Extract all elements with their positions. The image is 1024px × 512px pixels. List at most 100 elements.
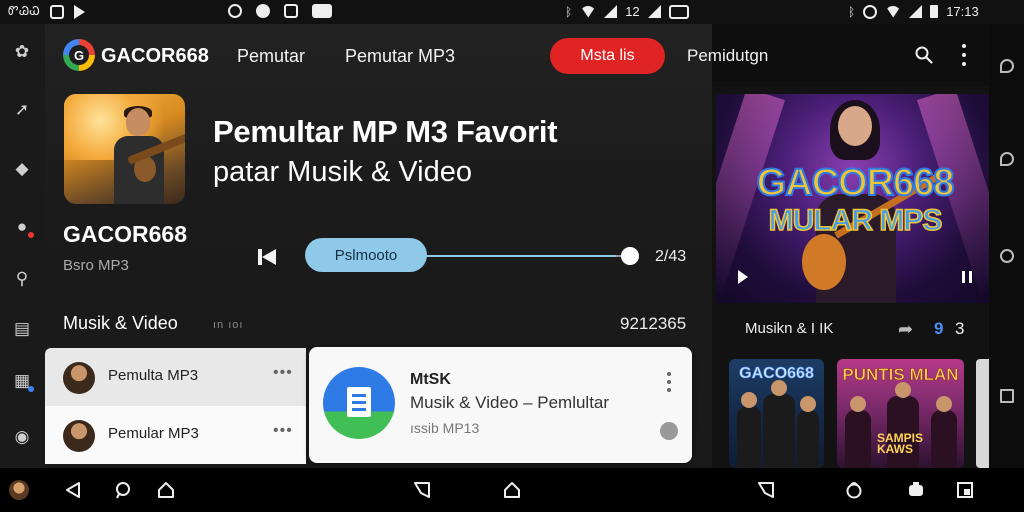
status-mid-icons [228,4,332,18]
bluetooth-icon: ᛒ [565,4,573,19]
status-right-cluster: ᛒ 12 [565,4,689,19]
main-content: G GACOR668 Pemutar Pemutar MP3 Msta lis … [45,24,966,468]
list-item-more-icon[interactable]: ••• [273,364,293,382]
primary-pill-button[interactable]: Msta lis [550,38,665,74]
status-right: ᛒ 17:13 [848,4,979,19]
alarm-icon [228,4,242,18]
navigation-bar [0,468,1024,512]
section-count: 9212365 [620,314,687,333]
bluetooth-icon-2: ᛒ [848,4,856,19]
card-subtitle: ıssib MP13 [410,420,480,436]
status-bar: ᏛᏊᏇ ᛒ 12 ᛒ 17:13 [0,0,1024,24]
video-thumbnail[interactable]: GACO668 [729,359,824,468]
document-icon[interactable]: ▤ [12,319,32,339]
like-count: 9 [934,319,944,338]
list-item-more-icon[interactable]: ••• [273,422,293,440]
artist-name[interactable]: GACOR668 [63,221,187,248]
list-item-label: Pemular MP3 [108,425,199,442]
status-left: ᏛᏊᏇ [8,4,86,19]
gamepad-icon[interactable] [907,481,925,499]
skip-back-icon[interactable] [256,246,278,268]
bag-icon[interactable] [845,481,863,499]
nav-link-right[interactable]: Pemidutgn [687,46,768,66]
side-rail: ✿ ➚ ◆ ● ⚲ ▤ ▦ ◉ [0,24,45,468]
wifi-icon [580,5,597,18]
list-item[interactable]: Pemular MP3 ••• [45,406,306,464]
app-icon [323,367,395,439]
nav-link-pemutar-mp3[interactable]: Pemutar MP3 [345,46,455,67]
status-mid-time: 12 [625,4,640,19]
track-subtitle: patar Musik & Video [213,156,472,188]
top-header: G GACOR668 Pemutar Pemutar MP3 Msta lis … [45,24,990,86]
grid-icon[interactable]: ▦ [12,371,34,392]
thumbnail-subtitle: SAMPIS KAWS [877,431,924,456]
signal-icon-2 [647,5,661,18]
rotate-icon[interactable] [1000,59,1014,73]
slider-label-pill[interactable]: Pslmooto [305,238,427,272]
progress-thumb[interactable] [621,247,639,265]
featured-banner[interactable]: GACOR668 MULAR MPS [716,94,989,303]
record-icon [256,4,270,18]
tag-icon[interactable]: ◆ [12,159,32,179]
sync-icon [863,4,878,19]
video-thumbnail[interactable]: PUNTIS MLAN SAMPIS KAWS [837,359,964,468]
avatar[interactable] [9,480,29,500]
cloud-icon[interactable]: ● [12,217,34,238]
status-time: 17:13 [946,4,979,19]
banner-subtitle: MULAR MPS [768,203,943,238]
app-card[interactable]: MtSK Musik & Video – Pemlultar ıssib MP1… [309,347,692,463]
home-nav-icon[interactable] [157,481,175,499]
status-left-text: ᏛᏊᏇ [8,4,41,18]
card-action-icon[interactable] [660,422,678,440]
comment-count: 3 [955,319,965,338]
assistant-icon[interactable] [114,481,132,499]
track-list: Pemulta MP3 ••• Pemular MP3 ••• [45,348,306,468]
card-description: Musik & Video – Pemlultar [410,393,610,412]
banner-prev-icon[interactable] [738,270,748,284]
refresh-icon[interactable] [1000,152,1014,166]
recents-icon[interactable] [1000,389,1014,403]
play-store-icon [74,4,86,19]
avatar [63,362,95,394]
banner-pause-icon[interactable] [962,271,972,283]
edge-panel [989,24,1024,468]
list-item[interactable]: Pemulta MP3 ••• [45,348,306,406]
more-options-icon[interactable] [961,44,967,66]
share-nav-icon[interactable] [413,481,431,499]
battery-icon [930,5,939,18]
right-panel: GACOR668 MULAR MPS Musikn & I IK ➦ 9 3 G… [712,86,989,468]
card-more-icon[interactable] [666,372,672,392]
track-title: Pemultar MP M3 Favorit [213,114,558,149]
share-icon[interactable]: ➦ [898,319,913,340]
message-icon [312,4,332,18]
search-icon[interactable] [915,46,933,64]
list-item-label: Pemulta MP3 [108,367,199,384]
bookmark-icon[interactable] [757,481,775,499]
back-icon[interactable] [64,481,82,499]
signal-icon-3 [909,5,923,18]
screenshot-icon[interactable] [956,481,974,499]
calendar-icon [284,4,298,18]
logo-icon[interactable]: G [63,39,95,71]
video-thumbnail-partial[interactable] [976,359,989,468]
banner-title: GACOR668 [756,161,956,205]
pin-icon[interactable]: ➚ [12,100,32,120]
section-subtext: ın ıoı [213,319,244,331]
section-title: Musik & Video [63,313,178,333]
album-cover[interactable] [64,94,185,204]
progress-fill [415,255,616,257]
avatar [63,420,95,452]
home-icon[interactable]: ✿ [12,42,32,62]
home-circle-icon[interactable] [1000,249,1014,263]
card-title: MtSK [410,371,451,388]
nav-link-pemutar[interactable]: Pemutar [237,46,305,67]
brand-name[interactable]: GACOR668 [101,45,209,68]
home-center-icon[interactable] [503,481,521,499]
track-time: 2/43 [655,248,687,265]
search-rail-icon[interactable]: ⚲ [12,269,32,289]
progress-track[interactable] [415,255,631,257]
notification-icon [50,4,65,19]
signal-icon [604,5,618,18]
disc-icon[interactable]: ◉ [12,427,32,447]
artist-subtitle: Bsro MP3 [63,257,129,274]
